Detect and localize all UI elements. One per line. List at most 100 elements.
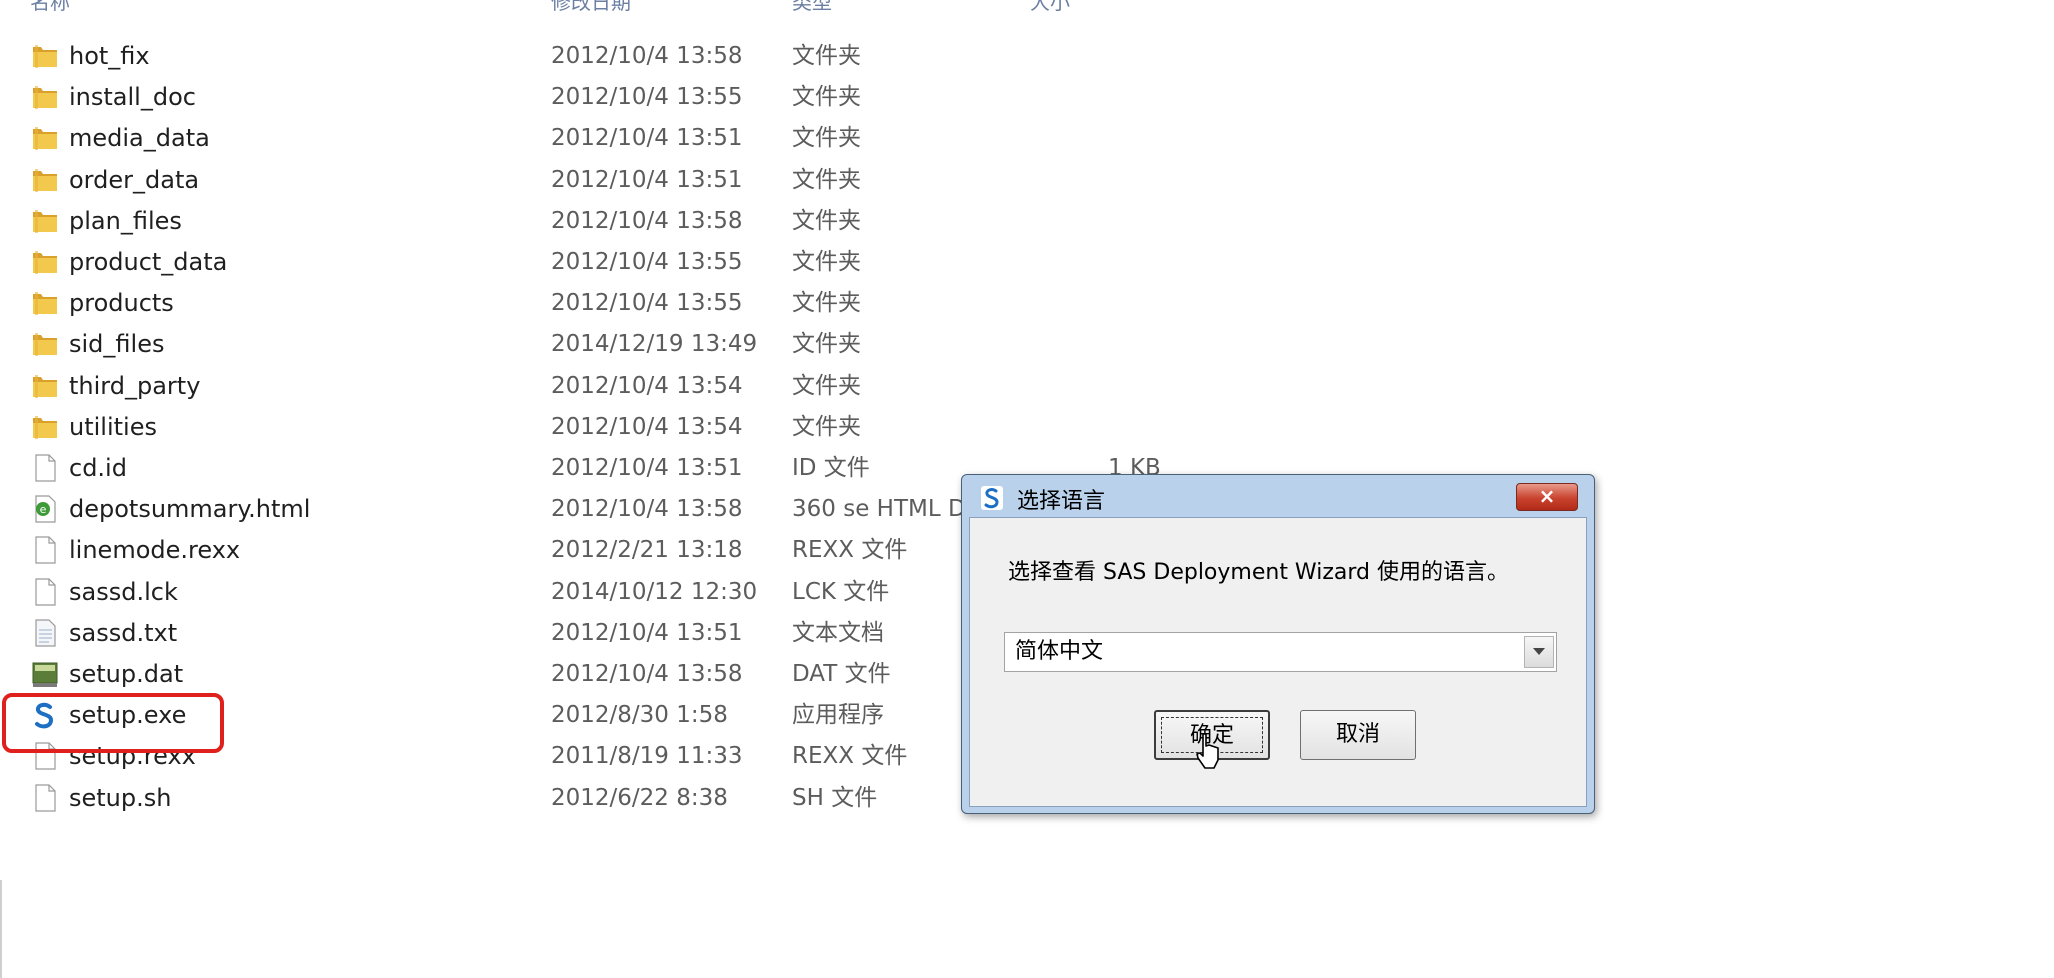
file-date: 2012/10/4 13:51 (551, 125, 743, 152)
file-icon (30, 535, 60, 565)
file-date: 2012/10/4 13:55 (551, 84, 743, 111)
language-select[interactable]: 简体中文 (1004, 632, 1557, 672)
file-type: 文件夹 (792, 331, 861, 358)
file-type: ID 文件 (792, 455, 870, 481)
file-type: 文件夹 (792, 84, 861, 111)
file-name: setup.sh (69, 783, 172, 812)
mouse-cursor-icon (1196, 733, 1219, 769)
file-type: 文件夹 (792, 43, 861, 69)
file-name: utilities (69, 412, 157, 441)
file-name: cd.id (69, 454, 127, 482)
file-name: product_data (69, 248, 228, 276)
file-type: DAT 文件 (792, 661, 891, 687)
file-row[interactable]: media_data 2012/10/4 13:51 文件夹 (0, 117, 1180, 159)
file-row[interactable]: install_doc 2012/10/4 13:55 文件夹 (0, 76, 1180, 118)
file-date: 2014/10/12 12:30 (551, 578, 758, 605)
svg-text:e: e (40, 503, 47, 516)
folder-icon (30, 41, 60, 71)
file-name: products (69, 289, 174, 318)
file-type: 文件夹 (792, 413, 861, 440)
file-explorer: 名称 修改日期 类型 大小 hot_fix 2012/10/4 13:58 文件夹 i… (0, 0, 2054, 978)
file-date: 2012/8/30 1:58 (551, 702, 728, 729)
file-type: 文件夹 (792, 249, 861, 275)
file-date: 2012/10/4 13:58 (551, 207, 743, 234)
file-name: order_data (69, 165, 200, 194)
close-icon: × (1538, 484, 1556, 508)
file-type: LCK 文件 (792, 578, 890, 605)
close-button[interactable]: × (1516, 483, 1578, 511)
text-file-icon (30, 618, 60, 648)
file-type: 360 se HTML D (792, 496, 966, 523)
file-name: install_doc (69, 83, 196, 112)
file-row[interactable]: product_data 2012/10/4 13:55 文件夹 (0, 241, 1180, 283)
chevron-down-icon (1533, 648, 1545, 655)
file-name: sid_files (69, 330, 165, 359)
file-date: 2012/10/4 13:51 (551, 619, 743, 646)
dropdown-button[interactable] (1524, 636, 1554, 668)
column-header-date[interactable]: 修改日期 (551, 0, 631, 15)
folder-icon (30, 412, 60, 442)
column-header-row: 名称 修改日期 类型 大小 (0, 0, 1180, 14)
file-name: sassd.txt (69, 618, 178, 647)
file-name: hot_fix (69, 42, 150, 70)
file-type: 文本文档 (792, 619, 884, 646)
file-name: linemode.rexx (69, 536, 241, 565)
file-date: 2012/2/21 13:18 (551, 537, 743, 564)
column-header-name[interactable]: 名称 (30, 0, 70, 15)
file-type: 文件夹 (792, 290, 861, 317)
file-date: 2012/10/4 13:58 (551, 661, 743, 687)
file-date: 2012/10/4 13:58 (551, 496, 743, 523)
file-row[interactable]: sid_files 2014/12/19 13:49 文件夹 (0, 323, 1180, 365)
folder-icon (30, 371, 60, 401)
file-type: 文件夹 (792, 125, 861, 152)
file-date: 2012/10/4 13:51 (551, 455, 743, 481)
file-date: 2012/10/4 13:54 (551, 372, 743, 399)
file-date: 2014/12/19 13:49 (551, 331, 758, 358)
folder-icon (30, 123, 60, 153)
file-row[interactable]: third_party 2012/10/4 13:54 文件夹 (0, 365, 1180, 407)
file-name: media_data (69, 124, 210, 153)
file-type: REXX 文件 (792, 743, 908, 770)
file-type: SH 文件 (792, 784, 878, 811)
file-row[interactable]: order_data 2012/10/4 13:51 文件夹 (0, 159, 1180, 201)
cancel-button[interactable]: 取消 (1300, 710, 1416, 760)
column-header-type[interactable]: 类型 (792, 0, 832, 15)
dat-file-icon (30, 659, 60, 689)
folder-icon (30, 165, 60, 195)
file-type: 文件夹 (792, 207, 861, 234)
dialog-body: 选择查看 SAS Deployment Wizard 使用的语言。 简体中文 确… (969, 517, 1587, 807)
file-name: depotsummary.html (69, 495, 311, 524)
cancel-button-label: 取消 (1335, 722, 1380, 747)
dialog-title-bar[interactable]: 选择语言 × (962, 475, 1594, 517)
file-date: 2012/10/4 13:54 (551, 413, 743, 440)
setup-exe-highlight (2, 693, 224, 753)
file-name: setup.dat (69, 660, 184, 688)
file-row[interactable]: products 2012/10/4 13:55 文件夹 (0, 282, 1180, 324)
folder-icon (30, 247, 60, 277)
file-row[interactable]: hot_fix 2012/10/4 13:58 文件夹 (0, 35, 1180, 77)
language-select-value: 简体中文 (1015, 639, 1104, 664)
dialog-title: 选择语言 (1017, 489, 1106, 514)
file-row[interactable]: utilities 2012/10/4 13:54 文件夹 (0, 406, 1180, 448)
language-dialog: 选择语言 × 选择查看 SAS Deployment Wizard 使用的语言。… (961, 474, 1595, 814)
file-date: 2011/8/19 11:33 (551, 743, 743, 770)
file-row[interactable]: plan_files 2012/10/4 13:58 文件夹 (0, 200, 1180, 242)
dialog-prompt: 选择查看 SAS Deployment Wizard 使用的语言。 (1008, 560, 1509, 585)
column-header-size[interactable]: 大小 (1030, 0, 1070, 15)
html-file-icon: e (30, 494, 60, 524)
file-type: 文件夹 (792, 372, 861, 399)
folder-icon (30, 82, 60, 112)
file-icon (30, 783, 60, 813)
file-name: third_party (69, 371, 201, 400)
file-type: 文件夹 (792, 166, 861, 193)
file-date: 2012/10/4 13:55 (551, 290, 743, 317)
file-name: sassd.lck (69, 577, 178, 606)
file-icon (30, 453, 60, 483)
file-date: 2012/10/4 13:55 (551, 249, 743, 275)
window-edge (0, 880, 2, 978)
file-date: 2012/6/22 8:38 (551, 784, 728, 811)
folder-icon (30, 206, 60, 236)
file-date: 2012/10/4 13:58 (551, 43, 743, 69)
file-name: plan_files (69, 206, 182, 235)
file-type: 应用程序 (792, 702, 884, 729)
